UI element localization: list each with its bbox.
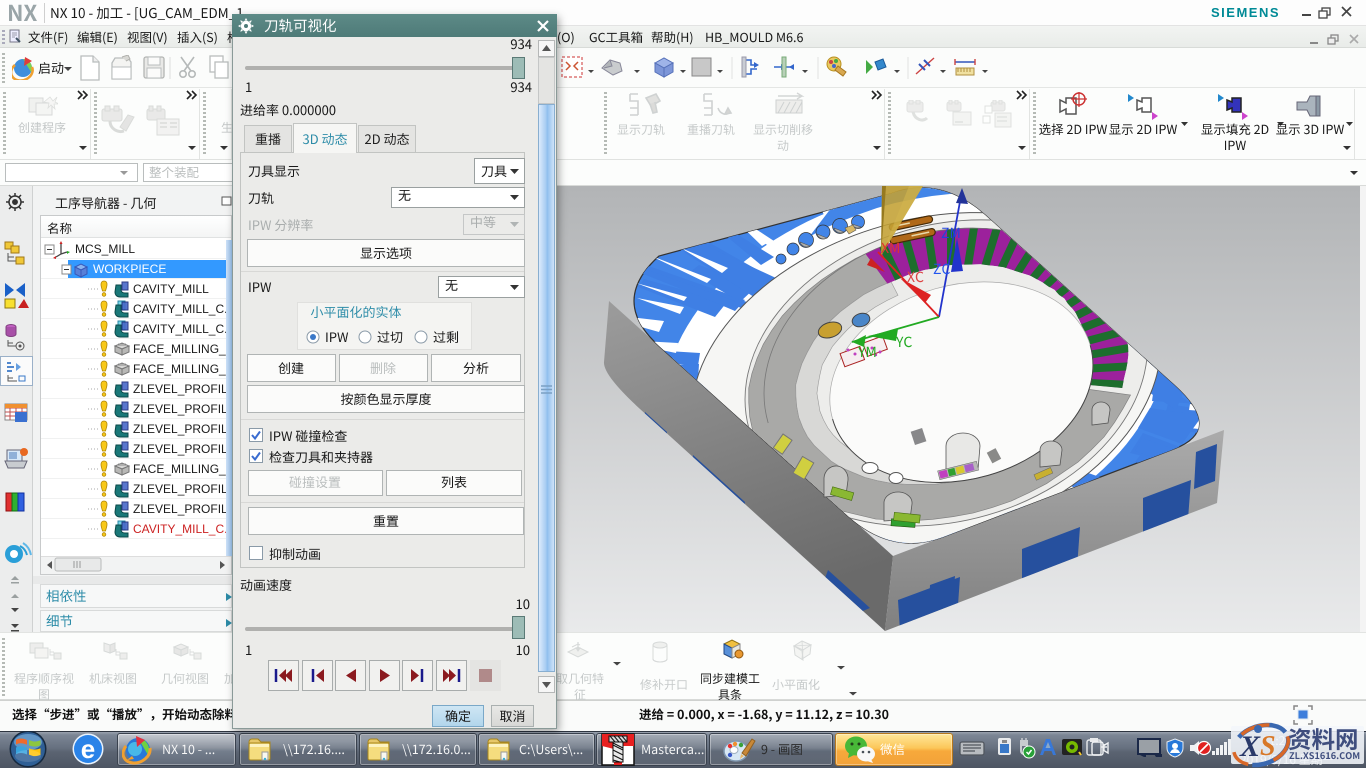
svg-text:X: X: [1239, 730, 1261, 763]
svg-text:S: S: [1260, 731, 1276, 762]
